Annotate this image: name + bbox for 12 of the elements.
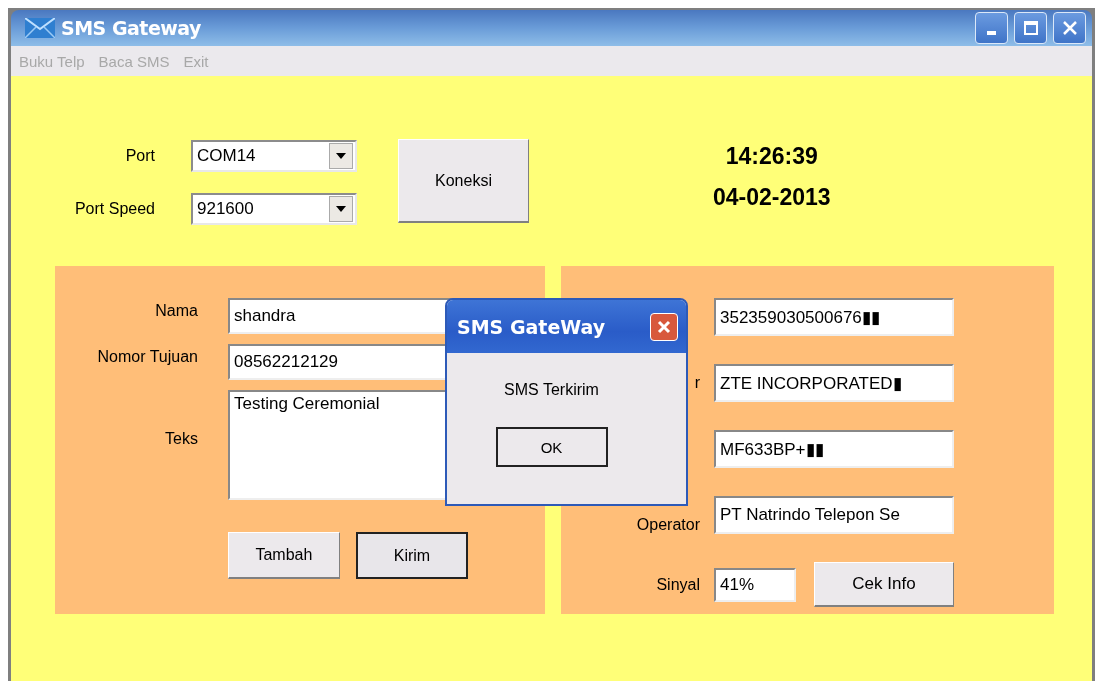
field-label: Port (124, 147, 155, 165)
dialog-message: SMS Terkirim (504, 381, 599, 399)
field-label: Sinyal (655, 575, 701, 594)
field-label: Nama (154, 301, 198, 320)
field-label: Teks (164, 429, 198, 448)
field-label: Nomor Tujuan (96, 347, 198, 366)
field-label: Port Speed (73, 200, 155, 218)
field-label: r (693, 374, 701, 392)
clock-date: 04-02-2013 (713, 184, 831, 211)
window-title: SMS Gateway (61, 17, 201, 39)
clock-time: 14:26:39 (725, 143, 818, 170)
field-label: Operator (635, 516, 701, 534)
